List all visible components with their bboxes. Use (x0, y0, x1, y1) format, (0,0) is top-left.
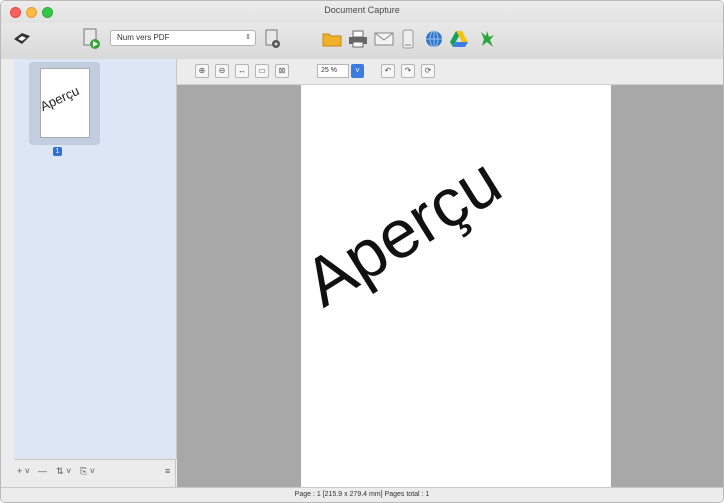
zoom-field[interactable]: 25 % (317, 64, 349, 78)
folder-icon[interactable] (321, 29, 343, 49)
preview-area: Aperçu (177, 85, 723, 487)
job-select-value: Num vers PDF (117, 33, 170, 42)
sidebar-resize-handle[interactable]: ≡ (165, 466, 170, 476)
app-window: Document Capture Num vers PDF ⇕ Aperçu 1… (0, 0, 724, 503)
status-bar: Page : 1 [215.9 x 279.4 mm] Pages total … (1, 487, 723, 502)
thumbnail-sidebar: Aperçu 1 (14, 59, 177, 459)
device-icon[interactable] (399, 27, 417, 51)
rotate-right-icon[interactable]: ↷ (401, 64, 415, 78)
scan-icon[interactable] (11, 29, 33, 49)
main-toolbar: Num vers PDF ⇕ (1, 23, 723, 60)
job-select[interactable]: Num vers PDF ⇕ (110, 30, 256, 46)
print-icon[interactable] (347, 29, 369, 49)
sort-pages-button[interactable]: ⇅ ˅ (56, 466, 71, 477)
title-bar: Document Capture (1, 1, 723, 23)
zoom-in-icon[interactable]: ⊕ (195, 64, 209, 78)
evernote-icon[interactable] (475, 28, 499, 50)
fit-width-icon[interactable]: ↔ (235, 64, 249, 78)
rotate-icon[interactable]: ⟳ (421, 64, 435, 78)
actual-size-icon[interactable]: ⊠ (275, 64, 289, 78)
view-toolbar: ⊕ ⊖ ↔ ▭ ⊠ 25 % ˅ ↶ ↷ ⟳ (177, 59, 723, 85)
rotate-left-icon[interactable]: ↶ (381, 64, 395, 78)
web-icon[interactable] (423, 28, 445, 50)
fit-page-icon[interactable]: ▭ (255, 64, 269, 78)
sidebar-bottom-bar: + ˅ — ⇅ ˅ ⎘ ˅ ≡ (14, 459, 176, 487)
select-arrows-icon: ⇕ (245, 34, 251, 41)
left-edge (1, 59, 14, 502)
remove-page-button[interactable]: — (38, 466, 47, 476)
thumbnail-text: Aperçu (40, 82, 82, 115)
thumbnail-page: Aperçu (40, 68, 90, 138)
add-page-button[interactable]: + ˅ (17, 466, 30, 476)
mail-icon[interactable] (373, 29, 395, 49)
preview-text: Aperçu (301, 142, 514, 322)
window-title: Document Capture (324, 5, 400, 15)
page-thumbnail[interactable]: Aperçu (29, 62, 100, 145)
preview-page: Aperçu (301, 85, 611, 487)
drive-icon[interactable] (447, 28, 471, 50)
page-options-button[interactable]: ⎘ ˅ (80, 466, 95, 477)
job-run-icon[interactable] (81, 27, 103, 51)
zoom-dropdown-button[interactable]: ˅ (351, 64, 364, 78)
job-settings-icon[interactable] (263, 27, 283, 51)
page-number-badge: 1 (53, 147, 62, 156)
zoom-out-icon[interactable]: ⊖ (215, 64, 229, 78)
